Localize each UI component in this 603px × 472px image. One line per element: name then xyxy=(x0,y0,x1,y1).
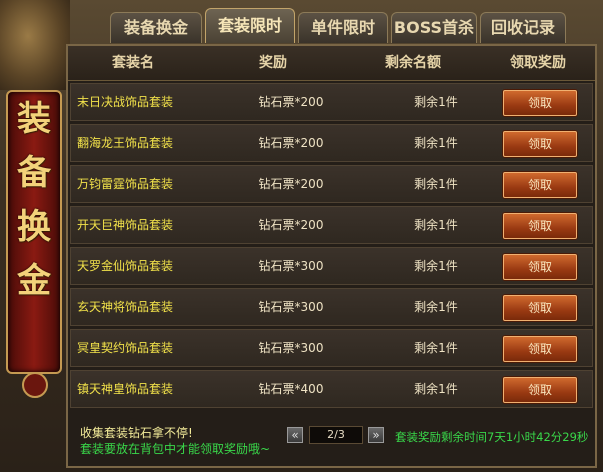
set-name: 末日决战饰品套装 xyxy=(77,95,174,109)
table-row: 翻海龙王饰品套装 钻石票*200 剩余1件 领取 xyxy=(70,124,593,162)
set-name: 开天巨神饰品套装 xyxy=(77,218,174,232)
set-name: 翻海龙王饰品套装 xyxy=(77,136,174,150)
footer-hint: 套装要放在背包中才能领取奖励哦~ xyxy=(80,442,271,456)
side-banner: 装 备 换 金 xyxy=(6,90,62,374)
page-indicator: 2/3 xyxy=(309,426,363,444)
remaining: 剩余1件 xyxy=(414,95,458,109)
set-name: 万钧雷霆饰品套装 xyxy=(77,177,174,191)
header-reward: 奖励 xyxy=(259,55,287,71)
table-header: 套装名 奖励 剩余名额 领取奖励 xyxy=(68,46,595,81)
claim-button[interactable]: 领取 xyxy=(503,295,577,321)
footer-tip: 收集套装钻石拿不停! xyxy=(80,426,193,440)
remaining: 剩余1件 xyxy=(414,136,458,150)
claim-button[interactable]: 领取 xyxy=(503,131,577,157)
banner-ornament xyxy=(22,372,48,398)
tab-equip-exchange[interactable]: 装备换金 xyxy=(110,12,202,43)
table-row: 玄天神将饰品套装 钻石票*300 剩余1件 领取 xyxy=(70,288,593,326)
chevron-double-right-icon[interactable]: » xyxy=(368,427,384,443)
set-name: 冥皇契约饰品套装 xyxy=(77,341,174,355)
table-row: 天罗金仙饰品套装 钻石票*300 剩余1件 领取 xyxy=(70,247,593,285)
banner-char: 金 xyxy=(17,261,51,301)
table-row: 冥皇契约饰品套装 钻石票*300 剩余1件 领取 xyxy=(70,329,593,367)
header-set-name: 套装名 xyxy=(112,55,154,71)
reward: 钻石票*400 xyxy=(258,382,324,396)
tab-set-limited[interactable]: 套装限时 xyxy=(205,8,295,43)
header-remaining: 剩余名额 xyxy=(385,55,441,71)
remaining: 剩余1件 xyxy=(414,177,458,191)
claim-button[interactable]: 领取 xyxy=(503,90,577,116)
content-panel: 套装名 奖励 剩余名额 领取奖励 末日决战饰品套装 钻石票*200 剩余1件 领… xyxy=(66,44,597,468)
tab-single-limited[interactable]: 单件限时 xyxy=(298,12,388,43)
table-row: 末日决战饰品套装 钻石票*200 剩余1件 领取 xyxy=(70,83,593,121)
header-claim: 领取奖励 xyxy=(510,55,566,71)
set-name: 天罗金仙饰品套装 xyxy=(77,259,174,273)
table-row: 万钧雷霆饰品套装 钻石票*200 剩余1件 领取 xyxy=(70,165,593,203)
reward: 钻石票*200 xyxy=(258,136,324,150)
table-row: 镇天神皇饰品套装 钻石票*400 剩余1件 领取 xyxy=(70,370,593,408)
claim-button[interactable]: 领取 xyxy=(503,172,577,198)
reward: 钻石票*200 xyxy=(258,95,324,109)
reward: 钻石票*300 xyxy=(258,259,324,273)
remaining: 剩余1件 xyxy=(414,341,458,355)
remaining: 剩余1件 xyxy=(414,218,458,232)
table-row: 开天巨神饰品套装 钻石票*200 剩余1件 领取 xyxy=(70,206,593,244)
chevron-double-left-icon[interactable]: « xyxy=(287,427,303,443)
claim-button[interactable]: 领取 xyxy=(503,254,577,280)
set-name: 玄天神将饰品套装 xyxy=(77,300,174,314)
tab-boss-first-kill[interactable]: BOSS首杀 xyxy=(391,12,477,43)
claim-button[interactable]: 领取 xyxy=(503,336,577,362)
claim-button[interactable]: 领取 xyxy=(503,377,577,403)
window-frame: 装 备 换 金 装备换金 套装限时 单件限时 BOSS首杀 回收记录 套装名 奖… xyxy=(0,0,603,472)
remaining: 剩余1件 xyxy=(414,300,458,314)
remaining: 剩余1件 xyxy=(414,382,458,396)
reward: 钻石票*200 xyxy=(258,218,324,232)
reward: 钻石票*300 xyxy=(258,341,324,355)
countdown-timer: 套装奖励剩余时间7天1小时42分29秒 xyxy=(395,430,589,444)
set-name: 镇天神皇饰品套装 xyxy=(77,382,174,396)
claim-button[interactable]: 领取 xyxy=(503,213,577,239)
dragon-ornament xyxy=(0,0,70,90)
reward: 钻石票*300 xyxy=(258,300,324,314)
banner-char: 装 xyxy=(17,99,51,139)
banner-char: 备 xyxy=(17,153,51,193)
banner-char: 换 xyxy=(17,207,51,247)
remaining: 剩余1件 xyxy=(414,259,458,273)
reward: 钻石票*200 xyxy=(258,177,324,191)
tab-recycle-record[interactable]: 回收记录 xyxy=(480,12,566,43)
